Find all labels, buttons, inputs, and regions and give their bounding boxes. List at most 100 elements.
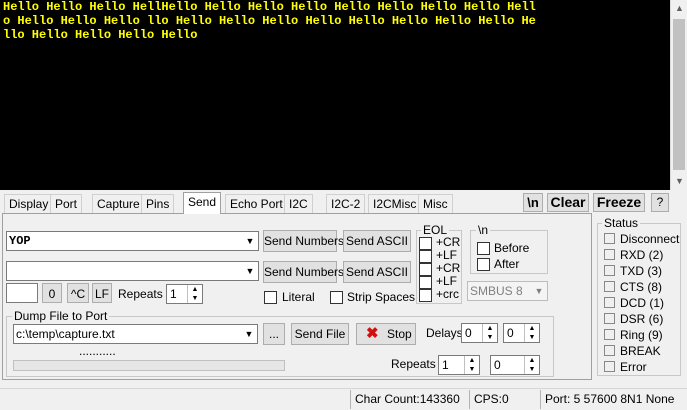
strip-spaces-label: Strip Spaces [347,290,416,304]
tab-port[interactable]: Port [50,194,83,213]
chevron-down-icon[interactable]: ▼ [242,232,258,250]
spin-down-icon[interactable]: ▼ [524,365,539,374]
eol-cr2-checkbox[interactable] [419,263,432,276]
spin-up-icon[interactable]: ▲ [187,285,202,294]
tab-display[interactable]: Display [4,194,54,213]
literal-checkbox[interactable] [264,291,277,304]
spin-down-icon[interactable]: ▼ [524,333,539,342]
send-ascii-button-1[interactable]: Send ASCII [343,230,411,252]
help-button[interactable]: ? [651,193,669,212]
spin-up-icon[interactable]: ▲ [524,324,539,333]
eol-lf2-label: +LF [436,274,458,288]
dump-file-path-combo[interactable]: c:\temp\capture.txt ▼ [13,324,258,344]
smbus-value: SMBUS 8 [470,284,523,298]
zero-button[interactable]: 0 [42,283,62,303]
ctrl-c-button[interactable]: ^C [67,283,89,303]
send-numbers-button-1[interactable]: Send Numbers [263,230,344,252]
stop-button[interactable]: ✖ Stop [356,323,416,345]
tab-misc[interactable]: Misc [418,194,453,213]
status-led-icon [604,281,615,292]
chevron-down-icon[interactable]: ▼ [531,282,547,300]
status-led-icon [604,233,615,244]
eol-crc-label: +crc [436,287,460,301]
browse-button[interactable]: ... [263,323,285,345]
before-checkbox[interactable] [477,242,490,255]
spin-up-icon[interactable]: ▲ [524,356,539,365]
eol-cr-checkbox[interactable] [419,237,432,250]
send-ascii-button-2[interactable]: Send ASCII [343,261,411,283]
terminal-output[interactable]: Hello Hello Hello HellHello Hello Hello … [0,0,670,190]
send-text-combo-1[interactable]: YOP ▼ [6,231,259,251]
smbus-combo[interactable]: SMBUS 8 ▼ [467,281,548,301]
dump-repeats-spinner-1[interactable]: 1 ▲ ▼ [438,355,480,375]
strip-spaces-checkbox[interactable] [330,291,343,304]
literal-label: Literal [282,290,315,304]
tab-i2c[interactable]: I2C [284,194,313,213]
status-legend: Status [602,216,641,230]
dump-progress-text: ........... [79,344,116,358]
spin-down-icon[interactable]: ▼ [187,294,202,303]
dump-repeats-spinner-2[interactable]: 0 ▲ ▼ [490,355,540,375]
send-text-combo-2[interactable]: ▼ [6,261,259,281]
delay-spinner-1[interactable]: 0 ▲ ▼ [461,323,498,343]
terminal-line: Hello Hello Hello HellHello Hello Hello … [3,0,536,14]
status-led-icon [604,345,615,356]
chevron-down-icon[interactable]: ▼ [241,325,257,343]
repeats-spinner[interactable]: 1 ▲ ▼ [166,284,203,304]
delay-value-2: 0 [507,326,514,340]
stop-label: Stop [387,327,412,341]
delay-spinner-2[interactable]: 0 ▲ ▼ [503,323,540,343]
send-file-button[interactable]: Send File [291,323,349,345]
newline-legend: \n [476,223,491,237]
status-rxd: RXD (2) [620,248,664,262]
after-checkbox[interactable] [477,258,490,271]
before-label: Before [494,241,530,255]
status-led-icon [604,265,615,276]
chevron-down-icon[interactable]: ▼ [242,262,258,280]
eol-lf-checkbox[interactable] [419,250,432,263]
spin-up-icon[interactable]: ▲ [482,324,497,333]
status-disconnect[interactable]: Disconnect [620,232,679,246]
spin-up-icon[interactable]: ▲ [464,356,479,365]
tab-echo-port[interactable]: Echo Port [225,194,288,213]
dump-repeats-value-2: 0 [494,358,501,372]
spin-down-icon[interactable]: ▼ [482,333,497,342]
tab-send[interactable]: Send [183,192,222,214]
eol-lf2-checkbox[interactable] [419,276,432,289]
status-led-icon [604,361,615,372]
send-text-value: YOP [9,234,31,248]
status-led-icon [604,249,615,260]
status-dcd: DCD (1) [620,296,664,310]
tab-i2cmisc[interactable]: I2CMisc [368,194,422,213]
dump-repeats-value-1: 1 [442,358,449,372]
cps-value: CPS:0 [469,390,539,409]
tab-pins[interactable]: Pins [141,194,175,213]
lf-button[interactable]: LF [92,283,112,303]
spin-down-icon[interactable]: ▼ [464,365,479,374]
scroll-down-icon[interactable]: ▼ [671,173,687,190]
terminal-scrollbar[interactable]: ▲ ▼ [670,0,687,190]
clear-button[interactable]: Clear [547,193,589,212]
scroll-thumb[interactable] [673,19,685,170]
repeats-value: 1 [170,287,177,301]
status-error: Error [620,360,647,374]
char-count: Char Count:143360 [350,390,468,409]
delay-value-1: 0 [465,326,472,340]
dump-file-path: c:\temp\capture.txt [16,327,115,341]
tab-i2c-2[interactable]: I2C-2 [326,194,366,213]
tab-capture[interactable]: Capture [92,194,145,213]
eol-crc-checkbox[interactable] [419,289,432,302]
status-txd: TXD (3) [620,264,662,278]
freeze-button[interactable]: Freeze [593,193,645,212]
status-led-icon [604,313,615,324]
send-numbers-button-2[interactable]: Send Numbers [263,261,344,283]
dump-progress-bar [13,360,285,371]
dump-repeats-label: Repeats [391,357,436,371]
status-dsr: DSR (6) [620,312,664,326]
number-input[interactable] [6,283,38,303]
status-led-icon [604,329,615,340]
eol-lf-label: +LF [436,248,458,262]
status-break[interactable]: BREAK [620,344,661,358]
newline-toggle-button[interactable]: \n [523,193,543,212]
scroll-up-icon[interactable]: ▲ [671,0,687,17]
